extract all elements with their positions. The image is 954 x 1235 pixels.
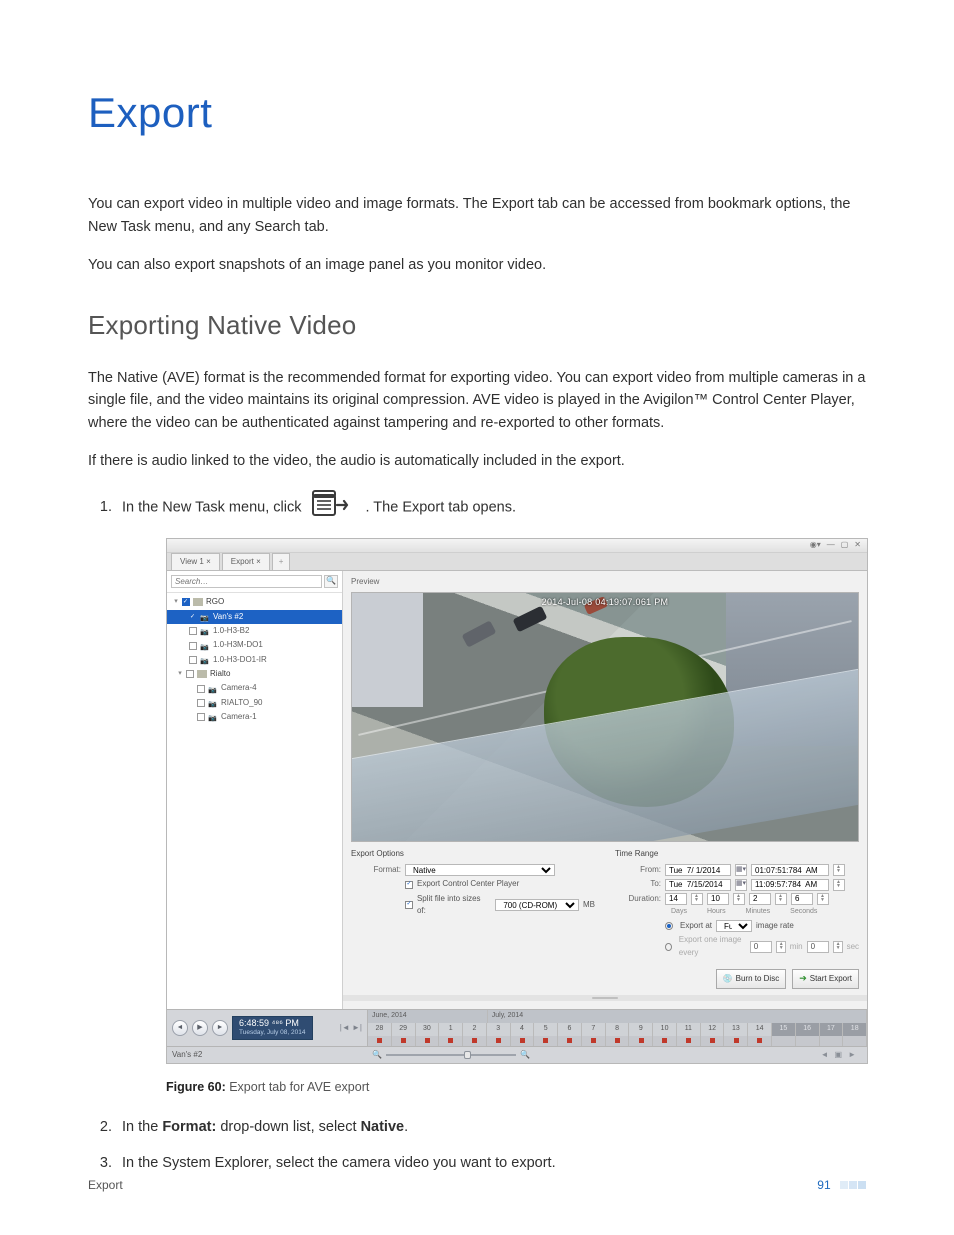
image-rate-select[interactable]: Full <box>716 920 752 932</box>
every-spinner <box>776 941 786 953</box>
from-label: From: <box>615 864 661 876</box>
tree-camera[interactable]: RIALTO_90 <box>167 696 342 710</box>
split-file-label: Split file into sizes of: <box>417 893 491 918</box>
to-date-input[interactable] <box>665 879 731 891</box>
window-menu-icon[interactable]: ◉▾ <box>810 539 821 551</box>
time-spinner[interactable] <box>833 879 845 891</box>
tree-site[interactable]: ▾ Rialto <box>167 667 342 681</box>
from-time-input[interactable] <box>751 864 829 876</box>
start-export-button[interactable]: ➔Start Export <box>792 969 859 989</box>
timeline: ◄ ▶ ► 6:48:59 ⁴⁸⁶ PM Tuesday, July 08, 2… <box>167 1009 867 1046</box>
dur-spinner[interactable] <box>733 893 745 905</box>
zoom-slider[interactable] <box>386 1054 516 1056</box>
intro-paragraph-2: You can also export snapshots of an imag… <box>88 254 866 276</box>
timeline-jump-start-icon[interactable]: |◄ ►| <box>340 1022 362 1034</box>
split-size-select[interactable]: 700 (CD-ROM) <box>495 899 579 911</box>
camera-tree: ▾ RGO Van's #2 1.0-H3-B2 1.0-H3M-DO1 <box>167 593 342 1009</box>
page-number: 91 <box>817 1178 830 1192</box>
playback-prev-button[interactable]: ◄ <box>172 1020 188 1036</box>
duration-minutes[interactable] <box>749 893 771 905</box>
duration-days[interactable] <box>665 893 687 905</box>
export-task-icon <box>309 489 357 526</box>
window-maximize-icon[interactable]: ▢ <box>841 539 849 551</box>
tree-camera[interactable]: Camera-1 <box>167 710 342 724</box>
export-rate-radio[interactable] <box>665 922 673 930</box>
tab-bar: View 1 × Export × + <box>167 553 867 571</box>
duration-unit-labels: Days Hours Minutes Seconds <box>615 907 859 918</box>
footer-section-label: Export <box>88 1176 123 1195</box>
format-label: Format: <box>351 864 401 876</box>
zoom-in-icon[interactable]: 🔍 <box>520 1049 530 1061</box>
tree-camera[interactable]: 1.0-H3-DO1-IR <box>167 653 342 667</box>
playback-play-button[interactable]: ▶ <box>192 1020 208 1036</box>
time-spinner[interactable] <box>833 864 845 876</box>
footer-decoration <box>840 1181 866 1189</box>
timeline-scroll-right-icon[interactable]: ► <box>848 1049 856 1061</box>
tab-view1[interactable]: View 1 × <box>171 553 220 570</box>
split-unit-label: MB <box>583 899 595 911</box>
calendar-icon[interactable]: ▦▾ <box>735 879 747 891</box>
zoom-out-icon[interactable]: 🔍 <box>372 1049 382 1061</box>
tab-add[interactable]: + <box>272 553 291 570</box>
timeline-camera-label: Van's #2 <box>167 1047 367 1063</box>
playback-time-display: 6:48:59 ⁴⁸⁶ PM Tuesday, July 08, 2014 <box>232 1016 313 1039</box>
search-input[interactable] <box>171 575 322 588</box>
timeline-marker-icon[interactable]: ▣ <box>835 1049 843 1061</box>
time-range-panel: Time Range From: ▦▾ To: <box>615 848 859 962</box>
page-title: Export <box>88 80 866 145</box>
timeline-track[interactable]: June, 2014 July, 2014 282930123456789101… <box>367 1010 867 1046</box>
every-spinner <box>833 941 843 953</box>
intro-paragraph-1: You can export video in multiple video a… <box>88 193 866 238</box>
export-player-checkbox[interactable]: ✓ <box>405 881 413 889</box>
burn-to-disc-button[interactable]: 💿Burn to Disc <box>716 969 787 989</box>
timeline-days[interactable]: 282930123456789101112131415161718 <box>368 1023 867 1036</box>
tree-camera-selected[interactable]: Van's #2 <box>167 610 342 624</box>
step-2: In the Format: drop-down list, select Na… <box>116 1116 866 1138</box>
split-file-checkbox[interactable]: ✓ <box>405 901 413 909</box>
duration-hours[interactable] <box>707 893 729 905</box>
step-1: In the New Task menu, click . The Export… <box>116 489 866 1098</box>
search-icon[interactable]: 🔍 <box>324 575 338 588</box>
tree-camera[interactable]: 1.0-H3M-DO1 <box>167 638 342 652</box>
system-explorer: 🔍 ▾ RGO Van's #2 1.0-H3-B2 <box>167 571 343 1009</box>
timeline-scroll-left-icon[interactable]: ◄ <box>821 1049 829 1061</box>
video-preview[interactable]: 2014-Jul-08 04:19:07.061 PM <box>351 592 859 842</box>
from-date-input[interactable] <box>665 864 731 876</box>
window-titlebar: ◉▾ — ▢ ✕ <box>167 539 867 553</box>
tree-camera[interactable]: 1.0-H3-B2 <box>167 624 342 638</box>
export-tab-screenshot: ◉▾ — ▢ ✕ View 1 × Export × + 🔍 <box>166 538 868 1064</box>
duration-label: Duration: <box>615 893 661 905</box>
preview-label: Preview <box>343 571 867 591</box>
figure-caption: Figure 60: Export tab for AVE export <box>166 1078 866 1097</box>
export-player-label: Export Control Center Player <box>417 878 519 890</box>
preview-timestamp: 2014-Jul-08 04:19:07.061 PM <box>542 596 669 610</box>
to-time-input[interactable] <box>751 879 829 891</box>
every-sec-input <box>807 941 829 953</box>
every-min-input <box>750 941 772 953</box>
section-heading: Exporting Native Video <box>88 305 866 345</box>
step-3: In the System Explorer, select the camer… <box>116 1152 866 1174</box>
playback-next-button[interactable]: ► <box>212 1020 228 1036</box>
export-options-panel: Export Options Format: Native ✓ Export C… <box>351 848 595 962</box>
dur-spinner[interactable] <box>817 893 829 905</box>
section-paragraph-2: If there is audio linked to the video, t… <box>88 450 866 472</box>
section-paragraph-1: The Native (AVE) format is the recommend… <box>88 367 866 434</box>
window-close-icon[interactable]: ✕ <box>854 539 861 551</box>
panel-resize-grip[interactable] <box>343 995 867 1001</box>
duration-seconds[interactable] <box>791 893 813 905</box>
window-minimize-icon[interactable]: — <box>827 539 835 551</box>
tab-export[interactable]: Export × <box>222 553 270 570</box>
export-every-radio[interactable] <box>665 943 672 951</box>
tree-camera[interactable]: Camera-4 <box>167 681 342 695</box>
dur-spinner[interactable] <box>775 893 787 905</box>
tree-site[interactable]: ▾ RGO <box>167 595 342 609</box>
format-select[interactable]: Native <box>405 864 555 876</box>
dur-spinner[interactable] <box>691 893 703 905</box>
to-label: To: <box>615 878 661 890</box>
calendar-icon[interactable]: ▦▾ <box>735 864 747 876</box>
